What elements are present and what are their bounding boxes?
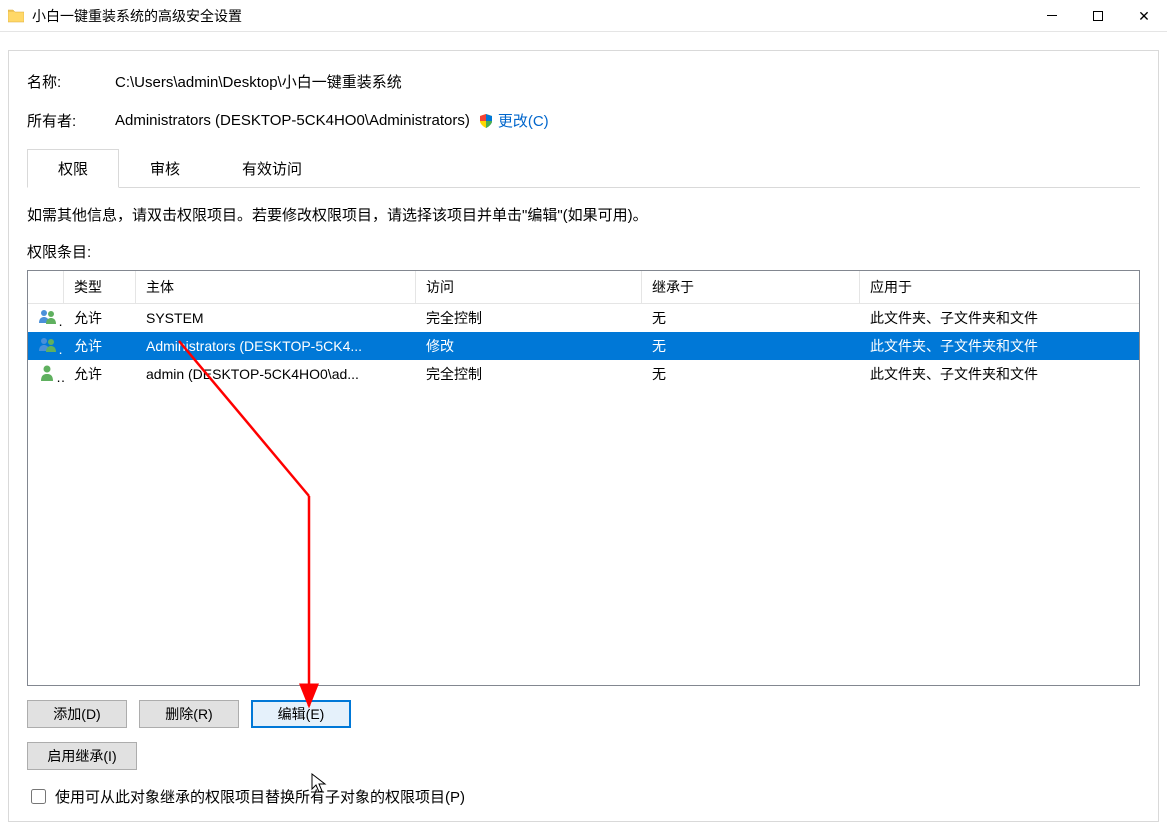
action-buttons-row: 添加(D) 删除(R) 编辑(E): [27, 700, 1140, 728]
permission-entries-label: 权限条目:: [27, 241, 1140, 262]
row-principal: admin (DESKTOP-5CK4HO0\ad...: [136, 366, 416, 382]
row-applies: 此文件夹、子文件夹和文件: [860, 336, 1139, 356]
col-header-access[interactable]: 访问: [416, 271, 642, 303]
row-principal: SYSTEM: [136, 310, 416, 326]
replace-child-permissions-label: 使用可从此对象继承的权限项目替换所有子对象的权限项目(P): [55, 786, 465, 807]
row-icon: [28, 336, 64, 357]
table-row[interactable]: 允许SYSTEM完全控制无此文件夹、子文件夹和文件: [28, 304, 1139, 332]
instruction-text: 如需其他信息，请双击权限项目。若要修改权限项目，请选择该项目并单击"编辑"(如果…: [27, 204, 1140, 225]
row-applies: 此文件夹、子文件夹和文件: [860, 308, 1139, 328]
row-applies: 此文件夹、子文件夹和文件: [860, 364, 1139, 384]
row-principal: Administrators (DESKTOP-5CK4...: [136, 338, 416, 354]
permissions-table-body: 允许SYSTEM完全控制无此文件夹、子文件夹和文件允许Administrator…: [28, 304, 1139, 388]
add-button[interactable]: 添加(D): [27, 700, 127, 728]
row-type: 允许: [64, 364, 136, 384]
row-inherited: 无: [642, 308, 860, 328]
replace-child-permissions-checkbox[interactable]: [31, 789, 46, 804]
col-header-icon[interactable]: [28, 271, 64, 303]
close-button[interactable]: ✕: [1121, 0, 1167, 32]
row-icon: [28, 364, 64, 385]
row-type: 允许: [64, 336, 136, 356]
col-header-applies[interactable]: 应用于: [860, 271, 1139, 303]
permissions-table-header: 类型 主体 访问 继承于 应用于: [28, 271, 1139, 304]
row-access: 修改: [416, 336, 642, 356]
row-access: 完全控制: [416, 364, 642, 384]
close-icon: ✕: [1138, 9, 1150, 23]
owner-value: Administrators (DESKTOP-5CK4HO0\Administ…: [115, 112, 470, 129]
minimize-button[interactable]: [1029, 0, 1075, 32]
window-title: 小白一键重装系统的高级安全设置: [32, 6, 242, 26]
name-label: 名称:: [27, 71, 115, 92]
tab-auditing[interactable]: 审核: [119, 149, 211, 187]
remove-button[interactable]: 删除(R): [139, 700, 239, 728]
cursor-pointer-icon: [311, 773, 329, 798]
folder-icon: [8, 9, 24, 23]
row-type: 允许: [64, 308, 136, 328]
owner-label: 所有者:: [27, 110, 115, 131]
row-inherited: 无: [642, 336, 860, 356]
name-value: C:\Users\admin\Desktop\小白一键重装系统: [115, 71, 402, 92]
col-header-type[interactable]: 类型: [64, 271, 136, 303]
inheritance-row: 启用继承(I): [27, 742, 1140, 770]
name-row: 名称: C:\Users\admin\Desktop\小白一键重装系统: [27, 71, 1140, 92]
row-icon: [28, 308, 64, 329]
col-header-inherited[interactable]: 继承于: [642, 271, 860, 303]
content-panel: 名称: C:\Users\admin\Desktop\小白一键重装系统 所有者:…: [8, 50, 1159, 822]
owner-row: 所有者: Administrators (DESKTOP-5CK4HO0\Adm…: [27, 110, 1140, 131]
row-inherited: 无: [642, 364, 860, 384]
shield-icon: [478, 113, 494, 129]
replace-child-permissions-row: 使用可从此对象继承的权限项目替换所有子对象的权限项目(P): [27, 786, 1140, 807]
table-row[interactable]: 允许admin (DESKTOP-5CK4HO0\ad...完全控制无此文件夹、…: [28, 360, 1139, 388]
enable-inheritance-button[interactable]: 启用继承(I): [27, 742, 137, 770]
minimize-icon: [1047, 15, 1057, 16]
maximize-button[interactable]: [1075, 0, 1121, 32]
maximize-icon: [1093, 11, 1103, 21]
tab-strip: 权限 审核 有效访问: [27, 149, 1140, 188]
change-owner-link[interactable]: 更改(C): [498, 110, 549, 131]
table-row[interactable]: 允许Administrators (DESKTOP-5CK4...修改无此文件夹…: [28, 332, 1139, 360]
row-access: 完全控制: [416, 308, 642, 328]
titlebar: 小白一键重装系统的高级安全设置 ✕: [0, 0, 1167, 32]
permissions-table: 类型 主体 访问 继承于 应用于 允许SYSTEM完全控制无此文件夹、子文件夹和…: [27, 270, 1140, 686]
col-header-principal[interactable]: 主体: [136, 271, 416, 303]
tab-effective-access[interactable]: 有效访问: [211, 149, 333, 187]
tab-permissions[interactable]: 权限: [27, 149, 119, 188]
edit-button[interactable]: 编辑(E): [251, 700, 351, 728]
